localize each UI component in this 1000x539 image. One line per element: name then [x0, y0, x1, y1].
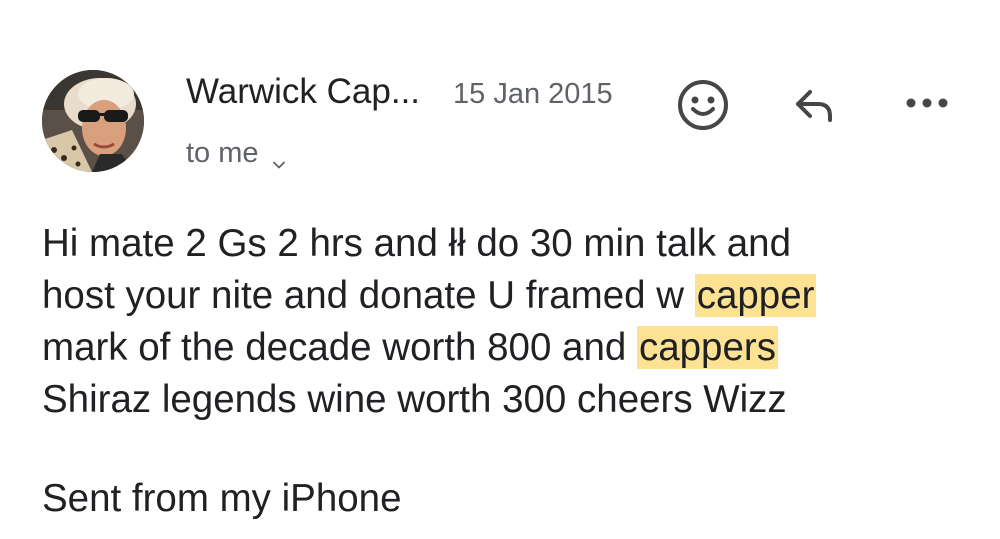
reply-button[interactable]	[784, 76, 844, 136]
avatar-photo	[42, 70, 144, 172]
message-date: 15 Jan 2015	[453, 78, 613, 110]
message-body: Hi mate 2 Gs 2 hrs and łł do 30 min talk…	[42, 218, 982, 426]
more-dots-icon	[906, 98, 948, 108]
recipient-details-toggle[interactable]: to me	[186, 134, 287, 172]
message-body-line: Hi mate 2 Gs 2 hrs and łł do 30 min talk…	[42, 222, 791, 265]
message-body-line: Shiraz legends wine worth 300 cheers Wiz…	[42, 378, 787, 421]
chevron-down-icon	[271, 145, 287, 169]
message-body-line: host your nite and donate U framed w cap…	[42, 274, 817, 317]
more-options-button[interactable]	[897, 80, 957, 126]
smiley-face-icon	[678, 80, 728, 130]
emoji-reaction-button[interactable]	[672, 74, 734, 136]
sender-avatar[interactable]	[42, 70, 144, 172]
sender-name[interactable]: Warwick Cap...	[186, 70, 420, 114]
reply-arrow-icon	[796, 90, 832, 122]
search-highlight: cappers	[636, 326, 778, 369]
message-body-line: mark of the decade worth 800 and cappers	[42, 326, 778, 369]
message-signature: Sent from my iPhone	[42, 477, 402, 520]
search-highlight: capper	[694, 274, 817, 317]
recipient-label: to me	[186, 137, 259, 169]
